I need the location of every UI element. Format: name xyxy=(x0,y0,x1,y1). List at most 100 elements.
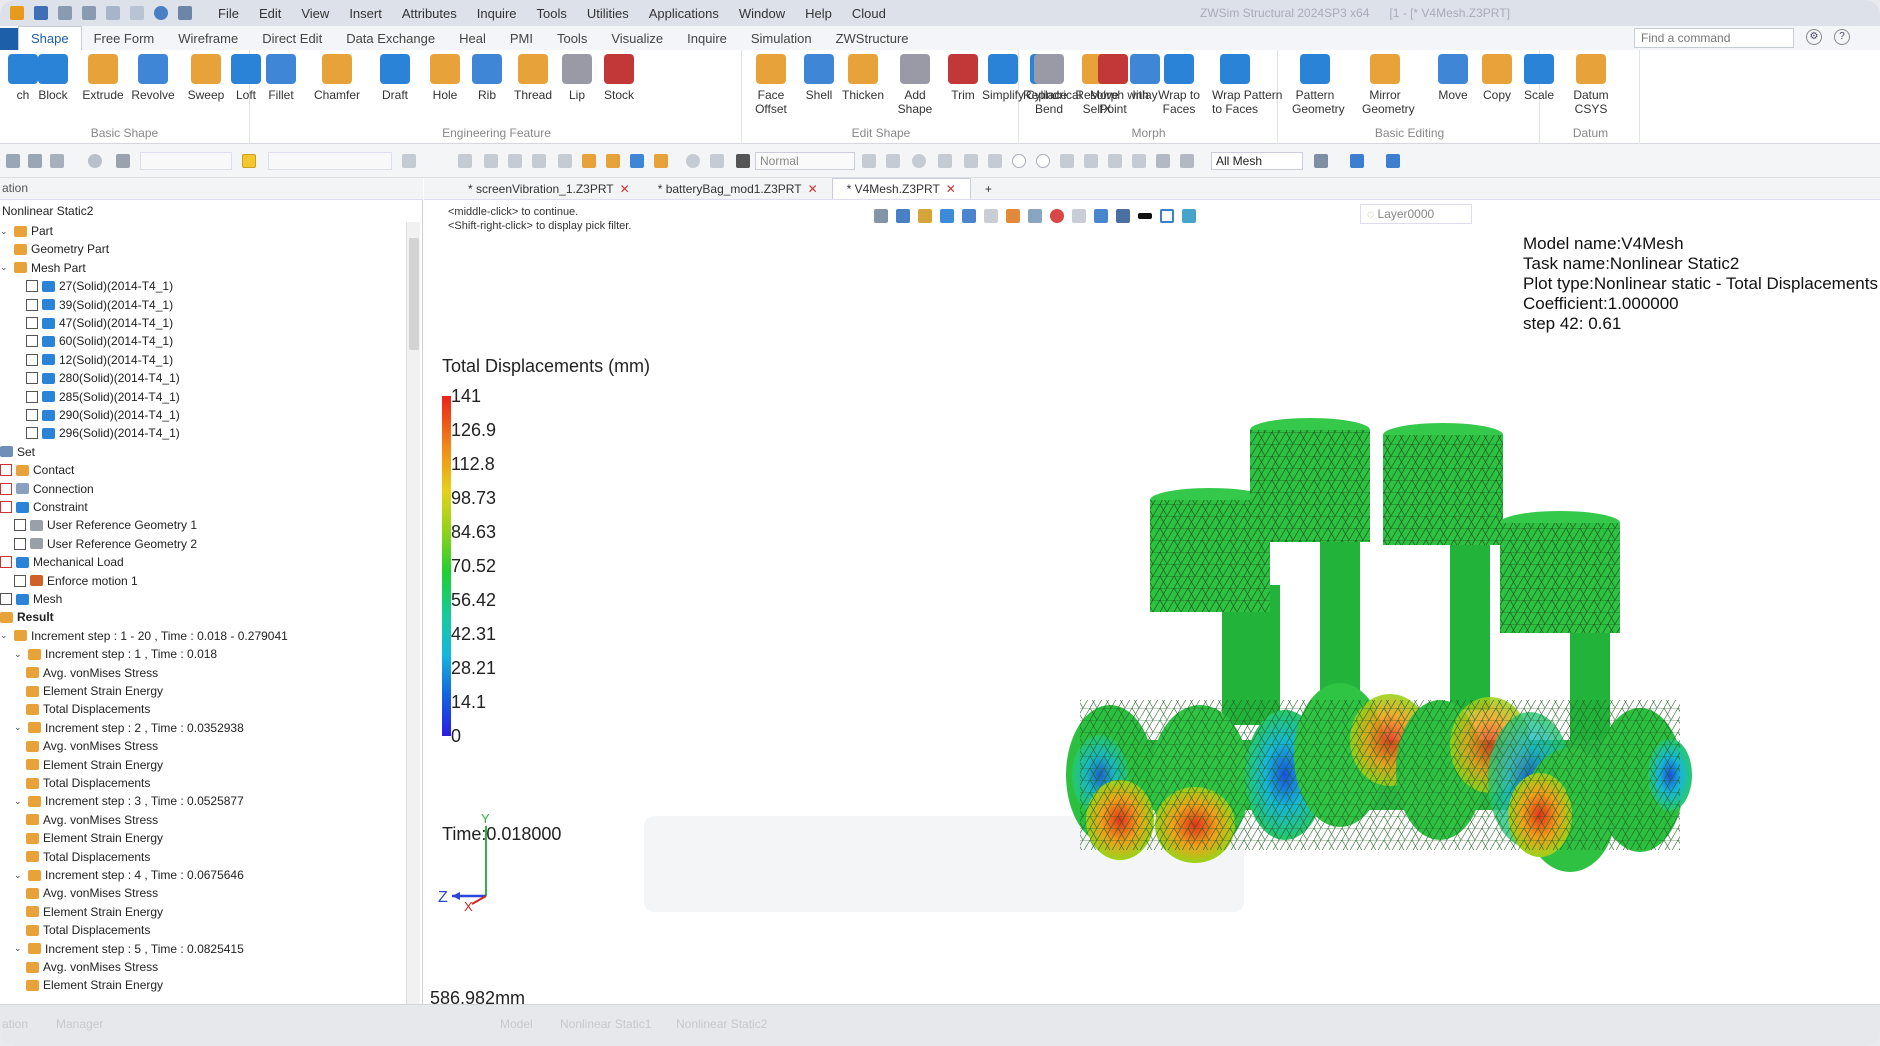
tree-checkbox[interactable] xyxy=(26,409,38,421)
menu-applications[interactable]: Applications xyxy=(649,6,719,21)
box-icon[interactable] xyxy=(1072,209,1086,223)
menu-inquire[interactable]: Inquire xyxy=(477,6,517,21)
status-tab[interactable]: Nonlinear Static2 xyxy=(676,1017,767,1031)
pick-filter-select[interactable]: All Mesh xyxy=(1211,152,1303,170)
grid-icon[interactable] xyxy=(116,154,130,168)
tree-node[interactable]: Element Strain Energy xyxy=(26,756,163,774)
image2-icon[interactable] xyxy=(630,154,644,168)
menu-view[interactable]: View xyxy=(301,6,329,21)
status-tab[interactable]: Model xyxy=(500,1017,533,1031)
tree-node[interactable]: 27(Solid)(2014-T4_1) xyxy=(26,277,173,295)
chamfer-button[interactable]: Chamfer xyxy=(314,54,360,102)
tree-node[interactable]: 47(Solid)(2014-T4_1) xyxy=(26,314,173,332)
stop-icon[interactable] xyxy=(736,154,750,168)
shape-icon[interactable] xyxy=(88,154,102,168)
tab-wireframe[interactable]: Wireframe xyxy=(166,27,250,50)
line-icon[interactable] xyxy=(964,154,978,168)
tree-node[interactable]: ⌄ Increment step : 1 - 20 , Time : 0.018 … xyxy=(0,627,288,645)
layer-icon[interactable] xyxy=(1182,209,1196,223)
tree-node[interactable]: Mechanical Load xyxy=(0,553,124,571)
tab-free-form[interactable]: Free Form xyxy=(82,27,167,50)
section-icon[interactable] xyxy=(1006,209,1020,223)
undo-icon[interactable] xyxy=(106,6,120,20)
file-tab-marker[interactable] xyxy=(0,28,18,50)
tree-node[interactable]: Element Strain Energy xyxy=(26,682,163,700)
tree-node[interactable]: User Reference Geometry 1 xyxy=(14,516,197,534)
tree-node[interactable]: Total Displacements xyxy=(26,700,150,718)
shaded-icon[interactable] xyxy=(962,209,976,223)
block-button[interactable]: Block xyxy=(30,54,76,102)
tree-node[interactable]: Geometry Part xyxy=(14,240,109,258)
shade-icon[interactable] xyxy=(1156,154,1170,168)
tree-checkbox[interactable] xyxy=(26,335,38,348)
align4-icon[interactable] xyxy=(508,154,522,168)
expand-caret-icon[interactable]: ⌄ xyxy=(0,226,10,237)
tree-node[interactable]: Element Strain Energy xyxy=(26,829,163,847)
expand-caret-icon[interactable]: ⌄ xyxy=(0,262,10,273)
tab-shape[interactable]: Shape xyxy=(18,26,82,50)
tree-node[interactable]: 39(Solid)(2014-T4_1) xyxy=(26,296,173,314)
tree-checkbox[interactable] xyxy=(26,317,38,329)
tree-node[interactable]: Contact xyxy=(0,461,74,479)
copy-button[interactable]: Copy xyxy=(1474,54,1520,102)
menu-window[interactable]: Window xyxy=(739,6,785,21)
target-icon[interactable] xyxy=(1050,209,1064,223)
tab-visualize[interactable]: Visualize xyxy=(599,27,675,50)
render-icon[interactable] xyxy=(940,209,954,223)
frame-icon[interactable] xyxy=(1160,209,1174,223)
clip-icon[interactable] xyxy=(1094,209,1108,223)
tree-node[interactable]: ⌄ Increment step : 2 , Time : 0.0352938 xyxy=(14,719,244,737)
mirror-geometry-button[interactable]: Mirror Geometry xyxy=(1362,54,1415,116)
new-tab-button[interactable]: + xyxy=(971,179,1006,199)
filter-icon[interactable] xyxy=(50,154,64,168)
tree-node[interactable]: Avg. vonMises Stress xyxy=(26,958,158,976)
cursor-icon[interactable] xyxy=(862,154,876,168)
pen-icon[interactable] xyxy=(918,209,932,223)
tree-node[interactable]: Avg. vonMises Stress xyxy=(26,884,158,902)
expand-caret-icon[interactable]: ⌄ xyxy=(14,722,24,733)
empty-field[interactable] xyxy=(140,152,232,170)
hole-button[interactable]: Hole xyxy=(422,54,468,102)
tree-node[interactable]: ⌄ Increment step : 1 , Time : 0.018 xyxy=(14,645,217,663)
menu-insert[interactable]: Insert xyxy=(349,6,382,21)
snap-icon[interactable] xyxy=(886,154,900,168)
render-mode-select[interactable]: Normal xyxy=(755,152,855,170)
shade2-icon[interactable] xyxy=(1180,154,1194,168)
tab-simulation[interactable]: Simulation xyxy=(739,27,824,50)
lip-button[interactable]: Lip xyxy=(554,54,600,102)
circle-icon[interactable] xyxy=(1012,154,1026,168)
refresh-icon[interactable] xyxy=(154,6,168,20)
menu-cloud[interactable]: Cloud xyxy=(852,6,886,21)
close-tab-icon[interactable]: ✕ xyxy=(946,182,956,196)
tree-node[interactable]: 296(Solid)(2014-T4_1) xyxy=(26,424,180,442)
tree-checkbox[interactable] xyxy=(26,298,38,311)
tree-checkbox[interactable] xyxy=(26,280,38,293)
back-icon[interactable] xyxy=(178,6,192,20)
tree-node[interactable]: Connection xyxy=(0,480,94,498)
tree-node[interactable]: 12(Solid)(2014-T4_1) xyxy=(26,351,173,369)
shell-button[interactable]: Shell xyxy=(796,54,842,102)
tree-node[interactable]: Avg. vonMises Stress xyxy=(26,664,158,682)
command-search-input[interactable] xyxy=(1634,28,1794,48)
tree-checkbox[interactable] xyxy=(14,519,26,532)
tab-inquire[interactable]: Inquire xyxy=(675,27,739,50)
wrap-pattern-to-faces-button[interactable]: Wrap Pattern to Faces xyxy=(1212,54,1282,116)
tree-checkbox[interactable] xyxy=(0,501,12,513)
line3-icon[interactable] xyxy=(1132,154,1146,168)
save-all-icon[interactable] xyxy=(82,6,96,20)
tree-scrollbar[interactable] xyxy=(406,222,420,1004)
image-view-icon[interactable] xyxy=(1028,209,1042,223)
align3-icon[interactable] xyxy=(484,154,498,168)
tree-node[interactable]: Avg. vonMises Stress xyxy=(26,811,158,829)
tab-direct-edit[interactable]: Direct Edit xyxy=(250,27,334,50)
cylindrical-bend-button[interactable]: Cylindrical Bend xyxy=(1026,54,1081,116)
display-icon[interactable] xyxy=(1116,209,1130,223)
tree-node[interactable]: Total Displacements xyxy=(26,774,150,792)
remove-icon[interactable] xyxy=(28,154,42,168)
close-tab-icon[interactable]: ✕ xyxy=(620,182,630,196)
tree-node[interactable]: Element Strain Energy xyxy=(26,903,163,921)
tree-node[interactable]: ⌄ Part xyxy=(0,222,53,240)
move-button[interactable]: Move xyxy=(1430,54,1476,102)
image3-icon[interactable] xyxy=(654,154,668,168)
menu-attributes[interactable]: Attributes xyxy=(402,6,457,21)
